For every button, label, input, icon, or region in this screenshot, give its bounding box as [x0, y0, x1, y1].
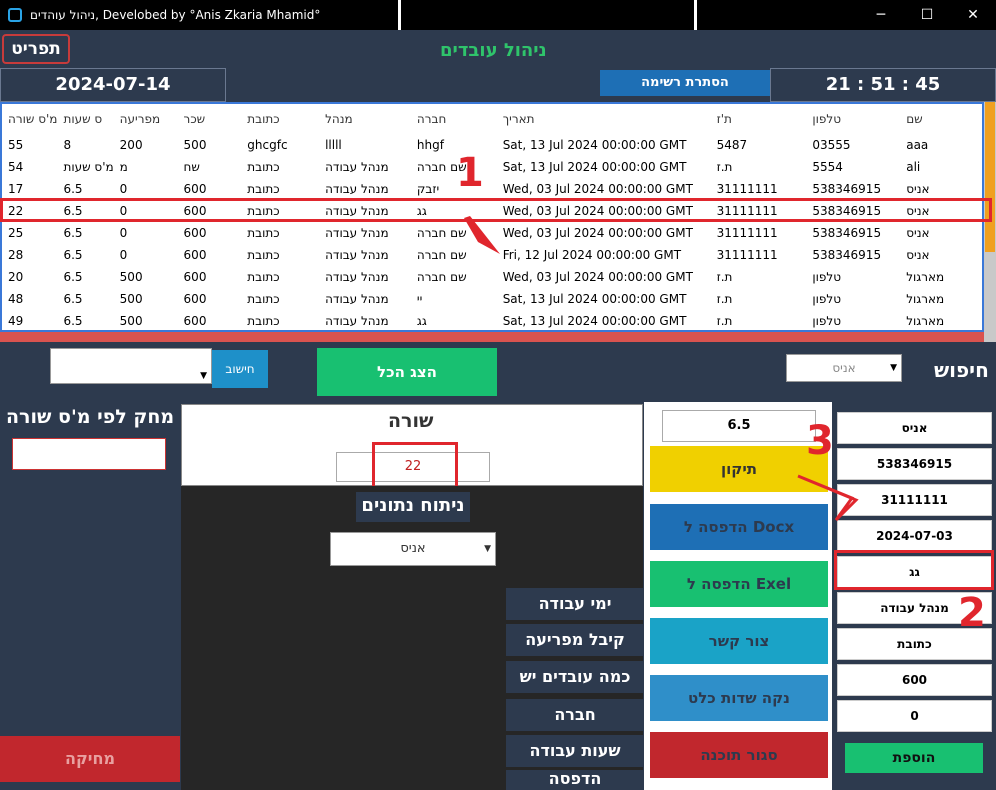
annotation-arrows: [464, 216, 859, 522]
arrow-to-row-icon: [464, 216, 500, 254]
arrow-to-edit-icon: [797, 474, 859, 522]
